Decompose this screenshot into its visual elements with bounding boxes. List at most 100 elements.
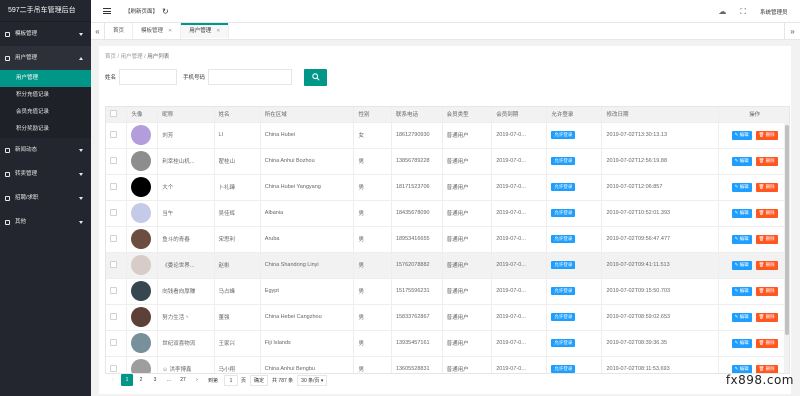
sidebar-item[interactable]: 积分充值记录 [0, 87, 91, 104]
sidebar-group-header[interactable]: 其他 [0, 210, 91, 234]
sidebar-group-header[interactable]: 新闻动态 [0, 138, 91, 162]
tabs-scroll-left-icon[interactable]: « [91, 23, 105, 39]
select-all-checkbox[interactable] [110, 109, 117, 117]
refresh-page-link[interactable]: 【刷新页面】 [125, 7, 158, 15]
sidebar-group-header[interactable]: 用户管理 [0, 46, 91, 70]
column-header[interactable]: 会员类型 [442, 107, 493, 123]
cell-login: 允许登录 [546, 226, 603, 253]
delete-button[interactable]: 🗑 删除 [755, 130, 778, 140]
phone-input[interactable] [208, 69, 293, 85]
column-header[interactable]: 昵称 [157, 107, 215, 123]
delete-button[interactable]: 🗑 删除 [755, 208, 778, 218]
delete-button[interactable]: 🗑 删除 [755, 182, 778, 192]
cell-login: 允许登录 [546, 200, 603, 227]
table-row[interactable]: ☺ 洪李博鑫 马小翔 China Anhui Bengbu 男 13605528831 普… [106, 356, 789, 373]
sidebar-group-header[interactable]: 模板管理 [0, 22, 91, 46]
delete-button[interactable]: 🗑 删除 [755, 338, 778, 348]
column-header[interactable]: 头像 [126, 107, 159, 123]
row-checkbox[interactable] [110, 234, 117, 242]
row-checkbox[interactable] [110, 286, 117, 294]
edit-button[interactable]: ✎ 编辑 [731, 130, 752, 140]
row-checkbox[interactable] [110, 260, 117, 268]
table-row[interactable]: 利幸桂山机... 翟桂山 China Anhui Bozhou 男 1385678922… [106, 148, 789, 175]
column-header[interactable]: 所在区域 [260, 107, 355, 123]
row-checkbox[interactable] [110, 338, 117, 346]
delete-button[interactable]: 🗑 删除 [755, 156, 778, 166]
table-row[interactable]: 世纪双喜物流 王家兴 Fiji Islands 男 13935457161 普通用户 201… [106, 330, 789, 357]
cell-modified: 2019-07-02T13:30:13.13 [601, 122, 720, 149]
edit-button[interactable]: ✎ 编辑 [731, 208, 752, 218]
row-checkbox[interactable] [110, 182, 117, 190]
delete-button[interactable]: 🗑 删除 [755, 234, 778, 244]
page-number-button[interactable]: 2 [135, 374, 147, 386]
table-scrollbar[interactable] [784, 123, 789, 373]
login-status-badge: 允许登录 [551, 209, 576, 217]
page-number-button[interactable]: 1 [121, 374, 133, 386]
edit-button[interactable]: ✎ 编辑 [731, 286, 752, 296]
avatar-cell [126, 356, 159, 373]
column-header[interactable]: 姓名 [214, 107, 261, 123]
sidebar-item[interactable]: 积分奖励记录 [0, 121, 91, 138]
row-checkbox[interactable] [110, 156, 117, 164]
refresh-icon[interactable]: ↻ [162, 7, 169, 16]
delete-button[interactable]: 🗑 删除 [755, 286, 778, 296]
menu-toggle-icon[interactable] [103, 7, 111, 16]
tabs-scroll-right-icon[interactable]: » [784, 23, 800, 40]
column-header[interactable]: 联系电话 [391, 107, 443, 123]
column-header[interactable]: 性别 [353, 107, 392, 123]
cell-expiry: 2019-07-0... [491, 330, 548, 357]
edit-button[interactable]: ✎ 编辑 [731, 338, 752, 348]
goto-page-input[interactable]: 1 [224, 374, 239, 386]
row-checkbox-cell [106, 330, 128, 357]
avatar [131, 281, 152, 301]
sidebar-item[interactable]: 用户管理 [0, 70, 91, 87]
row-checkbox[interactable] [110, 364, 117, 372]
tab[interactable]: 首页 [105, 23, 134, 39]
page-number-button[interactable]: 3 [149, 374, 161, 386]
table-row[interactable]: 刘芳 LI China Hubei 女 18612790930 普通用户 2019-07-0… [106, 122, 789, 149]
table-scrollbar-thumb[interactable] [784, 125, 789, 335]
name-input[interactable] [119, 69, 178, 85]
page-size-select[interactable]: 30 条/页 ▾ [297, 374, 328, 386]
column-header[interactable]: 修改日期 [601, 107, 720, 123]
column-header[interactable]: 操作 [718, 107, 789, 123]
sidebar-group-header[interactable]: 转卖管理 [0, 162, 91, 186]
next-page-button[interactable]: › [191, 374, 203, 386]
fullscreen-icon[interactable]: ⛶ [740, 7, 746, 17]
search-button[interactable] [304, 68, 328, 86]
prev-page-button[interactable]: ‹ [107, 374, 119, 386]
edit-button[interactable]: ✎ 编辑 [731, 234, 752, 244]
breadcrumb-home[interactable]: 首页 [105, 54, 116, 60]
close-icon[interactable]: ✕ [168, 28, 172, 34]
cell-gender: 男 [353, 200, 392, 227]
row-checkbox[interactable] [110, 208, 117, 216]
delete-button[interactable]: 🗑 删除 [755, 260, 778, 270]
goto-confirm-button[interactable]: 确定 [250, 374, 269, 386]
column-header[interactable]: 会员到期 [491, 107, 548, 123]
close-icon[interactable]: ✕ [216, 28, 220, 34]
table-row[interactable]: 大个 卜礼臻 China Hubei Yangyang 男 18171523706 普通用… [106, 174, 789, 201]
table-row[interactable]: 向钱看向厚赚 马占峰 Egypt 男 15175596231 普通用户 2019-07-0.… [106, 278, 789, 305]
table-row[interactable]: 努力生活丶 董强 China Hebei Cangzhou 男 15833762867 普… [106, 304, 789, 331]
table-row[interactable]: 当午 吴佳辉 Albania 男 18435678090 普通用户 2019-07-0...… [106, 200, 789, 227]
system-admin-menu[interactable]: 系统管理员 [760, 8, 800, 16]
sidebar-item[interactable]: 会员充值记录 [0, 104, 91, 121]
sidebar-group-header[interactable]: 招聘/求职 [0, 186, 91, 210]
edit-button[interactable]: ✎ 编辑 [731, 260, 752, 270]
clear-cache-icon[interactable]: ☁ [718, 7, 726, 16]
edit-button[interactable]: ✎ 编辑 [731, 156, 752, 166]
tab[interactable]: 用户管理 ✕ [181, 23, 230, 39]
table-row[interactable]: 《委论世界... 赵彬 China Shandong Linyi 男 157620788… [106, 252, 789, 279]
table-row[interactable]: 鱼斗的青春 宋思利 Aruba 男 18953416655 普通用户 2019-07-0..… [106, 226, 789, 253]
edit-button[interactable]: ✎ 编辑 [731, 312, 752, 322]
page-number-button[interactable]: 27 [177, 374, 189, 386]
row-checkbox[interactable] [110, 130, 117, 138]
breadcrumb-user-management[interactable]: 用户管理 [121, 54, 143, 60]
tab[interactable]: 模板管理 ✕ [133, 23, 182, 39]
edit-button[interactable]: ✎ 编辑 [731, 182, 752, 192]
cell-modified: 2019-07-02T09:41:11.513 [601, 252, 720, 279]
cell-modified: 2019-07-02T08:11:53.693 [601, 356, 720, 373]
row-checkbox[interactable] [110, 312, 117, 320]
column-header[interactable]: 允许登录 [546, 107, 603, 123]
delete-button[interactable]: 🗑 删除 [755, 312, 778, 322]
